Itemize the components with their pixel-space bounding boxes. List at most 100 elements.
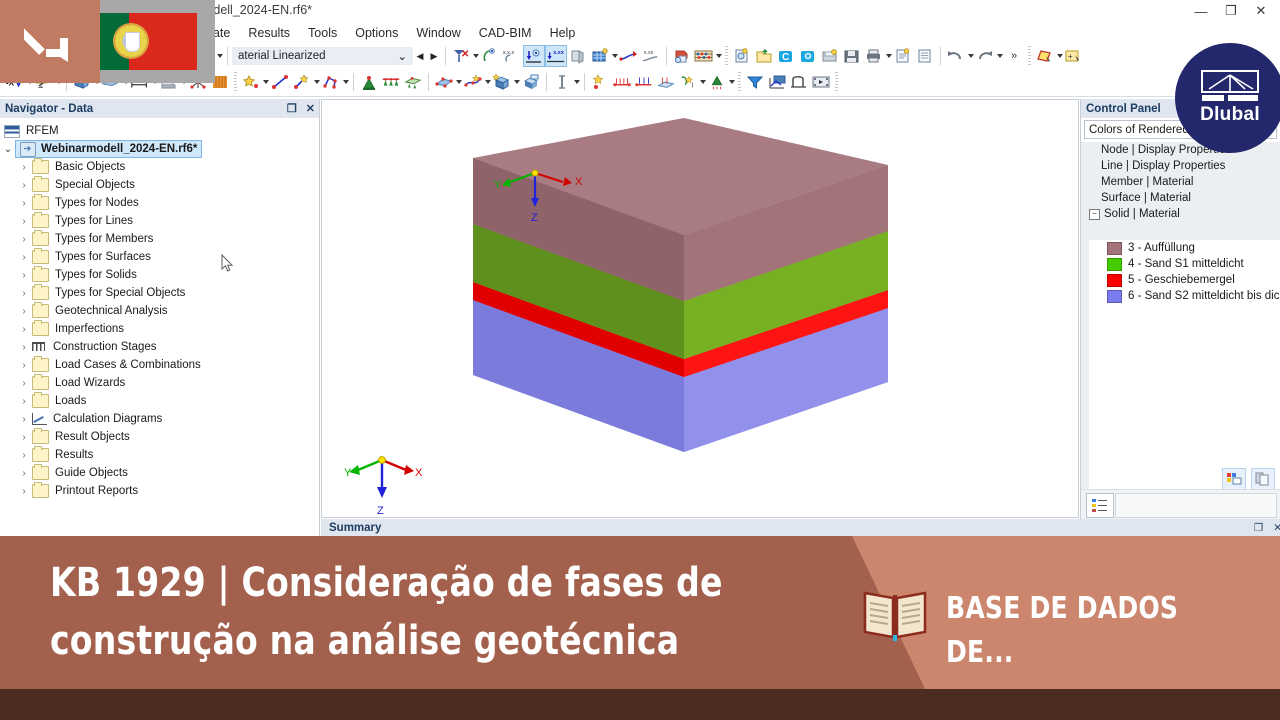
deformation-icon[interactable] [619, 46, 639, 66]
chevron-right-icon[interactable]: › [16, 432, 32, 443]
tree-root-rfem[interactable]: RFEM [0, 122, 319, 140]
sidebar-item-load-cases-combinations[interactable]: › Load Cases & Combinations [0, 356, 319, 374]
colors-settings-icon[interactable] [1222, 468, 1246, 490]
new-solid-caret[interactable] [514, 80, 520, 84]
filter-icon[interactable] [745, 72, 765, 92]
chevron-right-icon[interactable]: › [16, 288, 32, 299]
abacus-caret[interactable] [716, 54, 722, 58]
new-node-icon[interactable] [241, 72, 261, 92]
mesh-caret[interactable] [612, 54, 618, 58]
new-line-icon[interactable] [270, 72, 290, 92]
node-caret[interactable] [263, 80, 269, 84]
print-icon[interactable] [864, 46, 884, 66]
load-generate-caret[interactable] [729, 80, 735, 84]
chevron-right-icon[interactable]: › [16, 360, 32, 371]
member-tools-icon[interactable] [552, 72, 572, 92]
document-list-icon[interactable] [915, 46, 935, 66]
combo-next-button[interactable]: ▶ [427, 47, 441, 65]
chevron-right-icon[interactable]: › [16, 162, 32, 173]
new-surface-icon[interactable] [434, 72, 454, 92]
redo-icon[interactable] [975, 46, 995, 66]
control-panel-footer-field[interactable] [1115, 493, 1277, 518]
sidebar-item-geotechnical-analysis[interactable]: › Geotechnical Analysis [0, 302, 319, 320]
delete-results-icon[interactable]: ✕ [451, 46, 471, 66]
load-generate-icon[interactable] [707, 72, 727, 92]
legend-icon[interactable] [1086, 493, 1114, 518]
analysis-type-combo[interactable]: aterial Linearized ⌄ [232, 47, 413, 65]
chevron-right-icon[interactable]: › [16, 486, 32, 497]
redo-caret[interactable] [997, 54, 1003, 58]
legend-item-6[interactable]: 6 - Sand S2 mitteldicht bis dicht [1089, 288, 1280, 304]
abacus-icon[interactable] [694, 46, 714, 66]
sidebar-item-types-for-solids[interactable]: › Types for Solids [0, 266, 319, 284]
cp-row-line-display[interactable]: Line | Display Properties [1081, 158, 1280, 174]
surface-nurbs-icon[interactable] [463, 72, 483, 92]
navigator-close-button[interactable]: ✕ [306, 102, 315, 115]
new-support-icon[interactable] [359, 72, 379, 92]
result-diagram-icon[interactable] [767, 72, 787, 92]
legend-item-3[interactable]: 3 - Auffüllung [1089, 240, 1280, 256]
new-solid-icon[interactable] [492, 72, 512, 92]
result-values-icon[interactable]: x.xx [546, 46, 566, 66]
menu-item-window[interactable]: Window [407, 24, 469, 42]
cp-row-surface-material[interactable]: Surface | Material [1081, 190, 1280, 206]
sidebar-item-printout-reports[interactable]: › Printout Reports [0, 482, 319, 500]
undo-caret[interactable] [968, 54, 974, 58]
chevron-right-icon[interactable]: › [16, 324, 32, 335]
minimize-button[interactable]: — [1186, 0, 1216, 22]
sidebar-item-load-wizards[interactable]: › Load Wizards [0, 374, 319, 392]
copy-list-icon[interactable] [1251, 468, 1275, 490]
load-member-icon[interactable] [634, 72, 654, 92]
chevron-right-icon[interactable]: › [16, 306, 32, 317]
sidebar-item-construction-stages[interactable]: › Construction Stages [0, 338, 319, 356]
new-model-icon[interactable] [732, 46, 752, 66]
chevron-right-icon[interactable]: › [16, 414, 32, 425]
chevron-right-icon[interactable]: › [16, 342, 32, 353]
solid-cut-icon[interactable] [521, 72, 541, 92]
collapse-icon[interactable]: − [1089, 209, 1100, 220]
render-dropdown-caret[interactable] [217, 54, 223, 58]
chevron-right-icon[interactable]: › [16, 180, 32, 191]
delete-results-caret[interactable] [473, 54, 479, 58]
sidebar-item-special-objects[interactable]: › Special Objects [0, 176, 319, 194]
chevron-right-icon[interactable]: › [16, 234, 32, 245]
polyline-icon[interactable] [321, 72, 341, 92]
undo-icon[interactable] [946, 46, 966, 66]
result-min-icon[interactable] [524, 46, 544, 66]
select-objects-icon[interactable] [1035, 46, 1055, 66]
summary-close-button[interactable]: ✕ [1273, 522, 1280, 534]
chevron-right-icon[interactable]: › [16, 216, 32, 227]
load-node-icon[interactable] [590, 72, 610, 92]
combo-prev-button[interactable]: ◀ [413, 47, 427, 65]
member-tools-caret[interactable] [574, 80, 580, 84]
load-free-icon[interactable]: I [678, 72, 698, 92]
save-as-icon[interactable] [820, 46, 840, 66]
load-line-icon[interactable] [612, 72, 632, 92]
sidebar-item-result-objects[interactable]: › Result Objects [0, 428, 319, 446]
load-surface-icon[interactable] [656, 72, 676, 92]
cp-group-solid-material[interactable]: − Solid | Material [1081, 206, 1280, 222]
chevron-right-icon[interactable]: › [16, 252, 32, 263]
close-button[interactable]: ✕ [1246, 0, 1276, 22]
section-result-icon[interactable] [789, 72, 809, 92]
polyline-caret[interactable] [343, 80, 349, 84]
menu-item-options[interactable]: Options [346, 24, 407, 42]
sidebar-item-types-for-lines[interactable]: › Types for Lines [0, 212, 319, 230]
cp-row-member-material[interactable]: Member | Material [1081, 174, 1280, 190]
maximize-button[interactable]: ❐ [1216, 0, 1246, 22]
surface-support-icon[interactable] [403, 72, 423, 92]
legend-item-4[interactable]: 4 - Sand S1 mitteldicht [1089, 256, 1280, 272]
menu-item-cad-bim[interactable]: CAD-BIM [470, 24, 541, 42]
mesh-icon[interactable] [590, 46, 610, 66]
navigator-undock-button[interactable]: ❐ [287, 102, 297, 115]
extrude-icon[interactable] [568, 46, 588, 66]
chevron-right-icon[interactable]: › [16, 378, 32, 389]
open-folder-icon[interactable] [754, 46, 774, 66]
chevron-down-icon[interactable]: ⌄ [0, 144, 16, 155]
chevron-right-icon[interactable]: › [16, 396, 32, 407]
calculate-icon[interactable] [480, 46, 500, 66]
soil-model-3d[interactable]: X Y Z X Y Z [322, 100, 1078, 517]
save-icon[interactable] [842, 46, 862, 66]
summary-undock-button[interactable]: ❐ [1254, 522, 1263, 534]
menu-item-help[interactable]: Help [541, 24, 585, 42]
